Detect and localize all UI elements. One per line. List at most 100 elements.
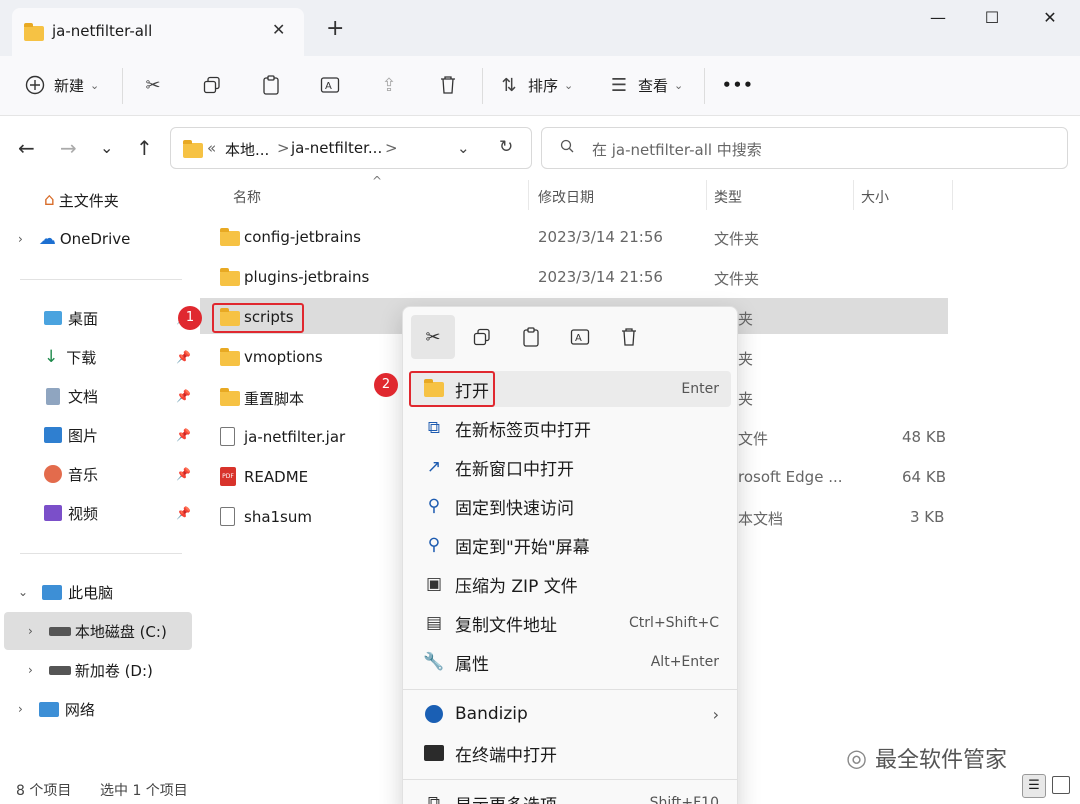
document-icon bbox=[46, 387, 60, 405]
videos-icon bbox=[44, 505, 62, 521]
chevron-right-icon[interactable]: › bbox=[28, 663, 33, 677]
up-arrow-icon[interactable]: ↑ bbox=[136, 136, 153, 160]
menu-item-open-terminal[interactable]: 在终端中打开 bbox=[409, 735, 731, 771]
rename-icon[interactable]: A bbox=[558, 315, 602, 359]
share-icon: ⇪ bbox=[381, 74, 397, 96]
sidebar-item-this-pc[interactable]: ⌄ 此电脑 bbox=[0, 573, 190, 611]
sidebar-item-drive-d[interactable]: › 新加卷 (D:) bbox=[0, 651, 190, 689]
forward-arrow-icon[interactable]: → bbox=[60, 136, 77, 160]
sidebar-item-onedrive[interactable]: › ☁ OneDrive bbox=[0, 220, 190, 258]
rename-button[interactable]: A bbox=[319, 70, 341, 100]
menu-item-properties[interactable]: 🔧 属性 Alt+Enter bbox=[409, 644, 731, 680]
home-icon: ⌂ bbox=[44, 190, 55, 210]
column-separator bbox=[706, 180, 707, 210]
file-name: README bbox=[244, 468, 309, 486]
tab-close-icon[interactable]: ✕ bbox=[272, 20, 285, 39]
share-button[interactable]: ⇪ bbox=[378, 70, 400, 100]
column-header-name[interactable]: 名称 bbox=[233, 187, 261, 207]
file-type: 本文档 bbox=[738, 510, 784, 528]
maximize-button[interactable]: ☐ bbox=[972, 8, 1012, 32]
sidebar-item-label: 下载 bbox=[66, 348, 97, 367]
tab-ja-netfilter-all[interactable]: ja-netfilter-all ✕ bbox=[12, 8, 304, 56]
new-button[interactable]: 新建 ⌄ bbox=[24, 70, 99, 100]
back-arrow-icon[interactable]: ← bbox=[18, 136, 35, 160]
breadcrumb-separator: > bbox=[277, 139, 290, 157]
menu-item-more-options[interactable]: ⧉ 显示更多选项 Shift+F10 bbox=[409, 785, 731, 804]
zip-icon: ▣ bbox=[425, 574, 443, 594]
new-tab-button[interactable]: + bbox=[326, 18, 344, 40]
chevron-right-icon[interactable]: › bbox=[28, 624, 33, 638]
chevron-right-icon[interactable]: › bbox=[18, 232, 23, 246]
minimize-button[interactable]: — bbox=[918, 8, 958, 32]
sidebar-item-downloads[interactable]: ↓ 下载 📌 bbox=[0, 338, 191, 376]
folder-icon bbox=[24, 22, 44, 42]
pictures-icon bbox=[44, 427, 62, 443]
file-row[interactable]: config-jetbrains 2023/3/14 21:56 文件夹 bbox=[200, 218, 948, 258]
sort-button[interactable]: ⇅ 排序 ⌄ bbox=[498, 70, 573, 100]
file-date: 2023/3/14 21:56 bbox=[538, 228, 663, 246]
column-header-size[interactable]: 大小 bbox=[861, 187, 889, 207]
recent-locations-chevron-icon[interactable]: ⌄ bbox=[100, 138, 113, 157]
search-icon bbox=[560, 139, 574, 157]
column-header-type[interactable]: 类型 bbox=[714, 187, 742, 207]
address-bar[interactable]: « 本地... > ja-netfilter... > ⌄ ↻ bbox=[170, 127, 532, 169]
sidebar-item-label: 文档 bbox=[68, 387, 99, 406]
refresh-icon[interactable]: ↻ bbox=[499, 137, 513, 157]
cut-button[interactable]: ✂ bbox=[142, 70, 164, 100]
breadcrumb-local-disk[interactable]: 本地... bbox=[225, 139, 269, 160]
file-size: 3 KB bbox=[910, 508, 945, 526]
tiles-view-icon[interactable] bbox=[1052, 776, 1070, 794]
download-icon: ↓ bbox=[44, 347, 59, 367]
menu-item-copy-path[interactable]: ▤ 复制文件地址 Ctrl+Shift+C bbox=[409, 605, 731, 641]
sidebar-item-music[interactable]: 音乐 📌 bbox=[0, 455, 191, 493]
menu-item-pin-start[interactable]: ⚲ 固定到"开始"屏幕 bbox=[409, 527, 731, 563]
watermark: ◎ 最全软件管家 bbox=[846, 742, 1007, 774]
menu-item-open-new-window[interactable]: ↗ 在新窗口中打开 bbox=[409, 449, 731, 485]
copy-button[interactable] bbox=[201, 70, 223, 100]
chevron-right-icon[interactable]: › bbox=[18, 702, 23, 716]
file-name: vmoptions bbox=[244, 348, 323, 366]
sidebar-item-network[interactable]: › 网络 bbox=[0, 690, 190, 728]
new-label: 新建 bbox=[54, 76, 85, 95]
chevron-down-icon: ⌄ bbox=[564, 78, 574, 92]
view-button[interactable]: ☰ 查看 ⌄ bbox=[608, 70, 683, 100]
folder-icon bbox=[220, 268, 240, 286]
delete-button[interactable] bbox=[437, 70, 459, 100]
breadcrumb-folder[interactable]: ja-netfilter... bbox=[291, 139, 382, 157]
menu-item-compress-zip[interactable]: ▣ 压缩为 ZIP 文件 bbox=[409, 566, 731, 602]
copy-icon[interactable] bbox=[460, 315, 504, 359]
status-selected-count: 选中 1 个项目 bbox=[100, 783, 188, 799]
breadcrumb-overflow[interactable]: « bbox=[207, 139, 216, 157]
sidebar-item-pictures[interactable]: 图片 📌 bbox=[0, 416, 191, 454]
address-dropdown-icon[interactable]: ⌄ bbox=[457, 139, 470, 157]
menu-item-open[interactable]: 打开 Enter bbox=[409, 371, 731, 407]
file-name: plugins-jetbrains bbox=[244, 268, 370, 286]
file-row[interactable]: plugins-jetbrains 2023/3/14 21:56 文件夹 bbox=[200, 258, 948, 298]
sidebar-item-videos[interactable]: 视频 📌 bbox=[0, 494, 191, 532]
more-options-button[interactable]: ••• bbox=[722, 70, 754, 100]
sidebar-item-home[interactable]: ⌂ 主文件夹 bbox=[0, 181, 190, 219]
menu-item-bandizip[interactable]: Bandizip › bbox=[409, 696, 731, 732]
close-window-button[interactable]: ✕ bbox=[1030, 8, 1070, 32]
sidebar-item-drive-c[interactable]: › 本地磁盘 (C:) bbox=[4, 612, 192, 650]
details-view-icon[interactable]: ☰ bbox=[1022, 774, 1046, 798]
pin-icon: 📌 bbox=[176, 506, 191, 520]
sidebar-item-label: 音乐 bbox=[68, 465, 99, 484]
paste-icon[interactable] bbox=[509, 315, 553, 359]
file-type: 夹 bbox=[738, 350, 754, 368]
paste-button[interactable] bbox=[260, 70, 282, 100]
sidebar-item-label: 此电脑 bbox=[68, 583, 114, 602]
menu-item-open-new-tab[interactable]: ⧉ 在新标签页中打开 bbox=[409, 410, 731, 446]
sidebar-item-label: 网络 bbox=[64, 700, 95, 719]
sidebar-item-desktop[interactable]: 桌面 📌 bbox=[0, 299, 191, 337]
cut-icon[interactable]: ✂ bbox=[411, 315, 455, 359]
search-box[interactable]: 在 ja-netfilter-all 中搜索 bbox=[541, 127, 1068, 169]
copy-icon bbox=[201, 74, 223, 96]
sidebar-item-label: 本地磁盘 (C:) bbox=[74, 622, 167, 641]
sidebar-item-documents[interactable]: 文档 📌 bbox=[0, 377, 191, 415]
column-header-date[interactable]: 修改日期 bbox=[538, 187, 594, 207]
chevron-down-icon[interactable]: ⌄ bbox=[18, 585, 28, 599]
file-size: 64 KB bbox=[902, 468, 946, 486]
delete-icon[interactable] bbox=[607, 315, 651, 359]
menu-item-pin-quick-access[interactable]: ⚲ 固定到快速访问 bbox=[409, 488, 731, 524]
